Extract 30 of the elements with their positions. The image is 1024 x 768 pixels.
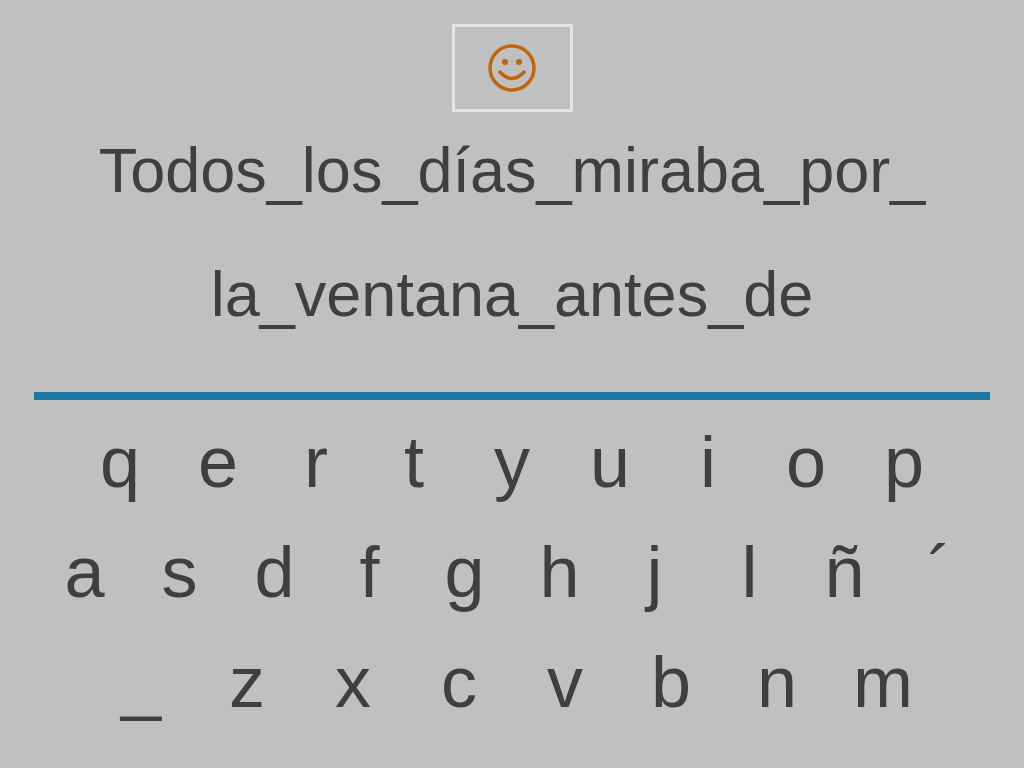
letter-key[interactable]: q [71, 422, 169, 502]
letter-key[interactable]: i [659, 422, 757, 502]
letter-key[interactable]: c [406, 642, 512, 722]
letter-key[interactable]: d [227, 532, 322, 612]
smiley-icon [487, 43, 537, 93]
letter-key[interactable]: s [132, 532, 227, 612]
letter-key[interactable]: z [194, 642, 300, 722]
letter-key[interactable]: h [512, 532, 607, 612]
letter-key[interactable]: r [267, 422, 365, 502]
letter-key[interactable]: j [607, 532, 702, 612]
letter-key[interactable]: ñ [797, 532, 892, 612]
letter-key[interactable]: ´ [892, 532, 987, 612]
sentence-line: Todos_los_días_miraba_por_ [98, 134, 926, 207]
letter-key[interactable]: l [702, 532, 797, 612]
letter-key[interactable]: m [830, 642, 936, 722]
letter-key[interactable]: g [417, 532, 512, 612]
letter-key[interactable]: f [322, 532, 417, 612]
letter-key[interactable]: t [365, 422, 463, 502]
sentence-line: la_ventana_antes_de [210, 258, 814, 331]
letter-key[interactable]: b [618, 642, 724, 722]
letter-key[interactable]: a [37, 532, 132, 612]
letter-key[interactable]: y [463, 422, 561, 502]
letter-key[interactable]: o [757, 422, 855, 502]
letter-key[interactable]: n [724, 642, 830, 722]
letter-key[interactable]: e [169, 422, 267, 502]
letter-key[interactable]: p [855, 422, 953, 502]
letter-key[interactable]: x [300, 642, 406, 722]
letter-key[interactable]: _ [88, 642, 194, 722]
letter-key[interactable]: u [561, 422, 659, 502]
letter-key[interactable]: v [512, 642, 618, 722]
